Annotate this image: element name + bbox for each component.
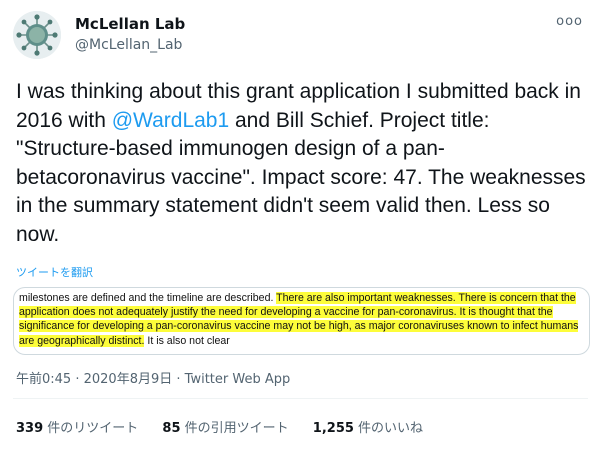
retweets-count: 339 xyxy=(16,421,44,436)
avatar[interactable] xyxy=(13,11,61,59)
excerpt-plain-start: milestones are defined and the timeline … xyxy=(19,292,277,304)
meta-separator: · xyxy=(71,372,84,387)
likes-stat[interactable]: 1,255 件のいいね xyxy=(313,417,423,436)
coronavirus-logo-icon xyxy=(13,11,61,59)
meta-separator: · xyxy=(172,372,185,387)
profile-handle[interactable]: @McLellan_Lab xyxy=(75,37,182,53)
likes-count: 1,255 xyxy=(312,421,354,436)
profile-name[interactable]: McLellan Lab xyxy=(75,15,185,33)
quote-tweets-stat[interactable]: 85 件の引用ツイート xyxy=(162,417,288,436)
quotes-count: 85 xyxy=(162,421,181,436)
tweet-text: I was thinking about this grant applicat… xyxy=(16,78,586,249)
retweets-label: 件のリツイート xyxy=(43,421,139,436)
divider xyxy=(13,398,588,399)
translate-tweet-link[interactable]: ツイートを翻訳 xyxy=(16,264,93,280)
tweet-date[interactable]: 2020年8月9日 xyxy=(84,372,173,387)
mention-link[interactable]: @WardLab1 xyxy=(112,109,229,132)
tweet-meta: 午前0:45 · 2020年8月9日 · Twitter Web App xyxy=(16,368,290,387)
document-excerpt: milestones are defined and the timeline … xyxy=(19,291,587,348)
likes-label: 件のいいね xyxy=(353,421,424,436)
more-options-icon[interactable]: ooo xyxy=(556,14,583,29)
quotes-label: 件の引用ツイート xyxy=(180,421,289,436)
tweet-time[interactable]: 午前0:45 xyxy=(16,372,71,387)
source-app[interactable]: Twitter Web App xyxy=(185,372,291,387)
engagement-stats: 339 件のリツイート 85 件の引用ツイート 1,255 件のいいね xyxy=(16,417,443,436)
attached-image[interactable]: milestones are defined and the timeline … xyxy=(13,287,590,355)
retweets-stat[interactable]: 339 件のリツイート xyxy=(16,417,138,436)
excerpt-plain-end: It is also not clear xyxy=(144,334,230,347)
